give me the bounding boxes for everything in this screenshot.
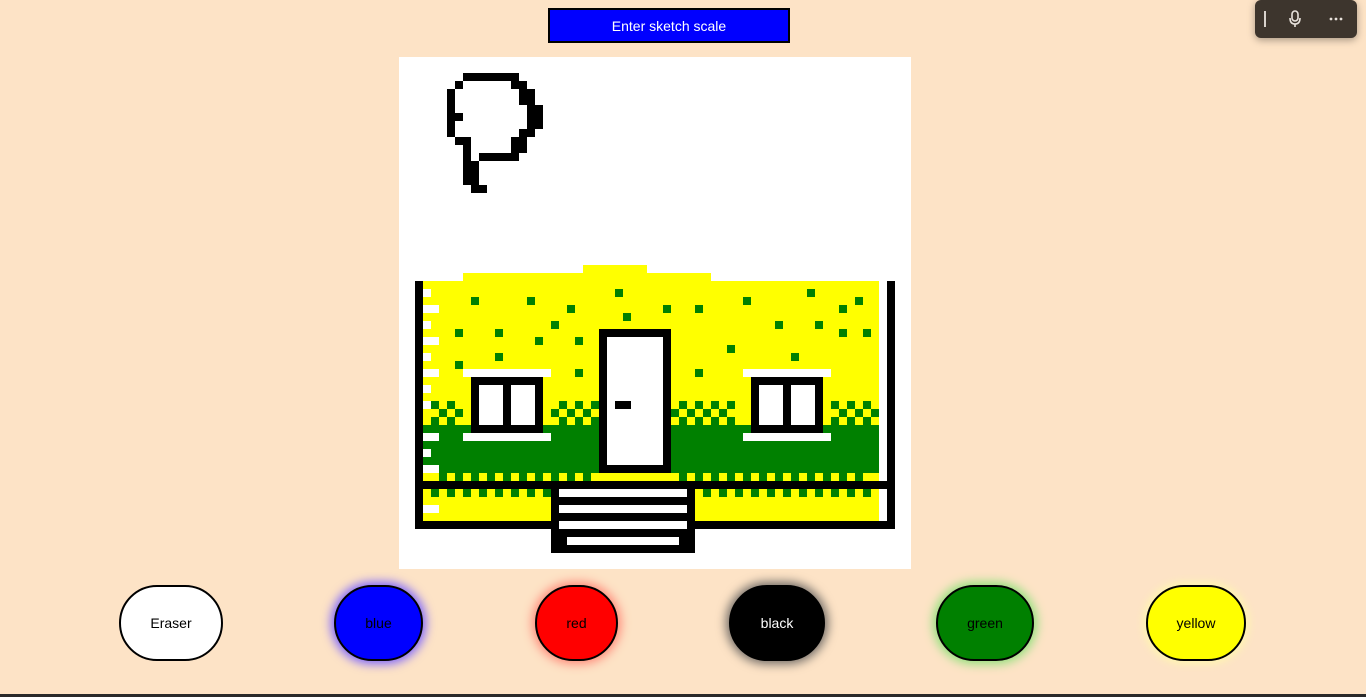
voice-typing-toolbar bbox=[1255, 0, 1357, 38]
microphone-icon[interactable] bbox=[1283, 7, 1307, 31]
sketch-drawing[interactable] bbox=[399, 57, 911, 569]
bubble-outline bbox=[447, 73, 543, 193]
eraser-button[interactable]: Eraser bbox=[119, 585, 223, 661]
sketch-canvas[interactable] bbox=[399, 57, 911, 569]
yellow-color-button[interactable]: yellow bbox=[1146, 585, 1246, 661]
more-options-icon[interactable] bbox=[1324, 7, 1348, 31]
blue-color-button[interactable]: blue bbox=[334, 585, 423, 661]
black-color-button[interactable]: black bbox=[729, 585, 825, 661]
green-color-button[interactable]: green bbox=[936, 585, 1034, 661]
right-window bbox=[751, 377, 823, 433]
steps bbox=[551, 481, 695, 553]
red-color-button[interactable]: red bbox=[535, 585, 618, 661]
enter-sketch-scale-button[interactable]: Enter sketch scale bbox=[548, 8, 790, 43]
left-window bbox=[471, 377, 543, 433]
door bbox=[599, 329, 671, 473]
drag-handle-icon[interactable] bbox=[1263, 11, 1266, 27]
